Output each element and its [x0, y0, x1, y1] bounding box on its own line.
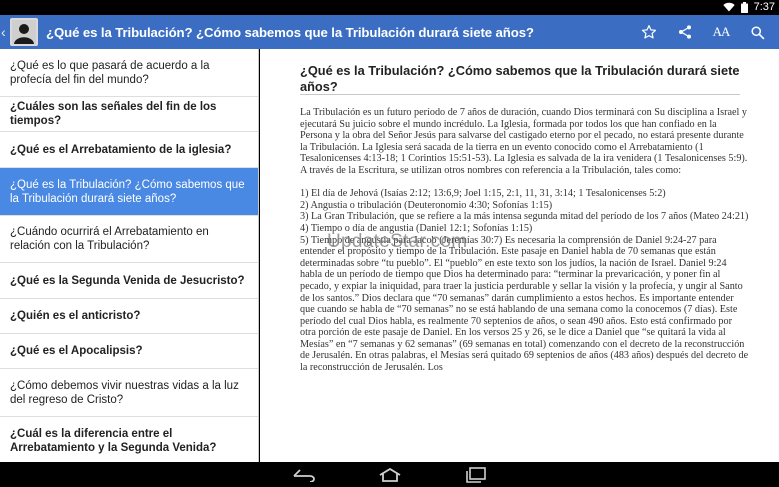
article-pane[interactable]: ¿Qué es la Tribulación? ¿Cómo sabemos qu… [260, 49, 779, 462]
wifi-icon [722, 2, 735, 12]
list-item-label: ¿Quién es el anticristo? [10, 310, 141, 322]
text-size-button[interactable]: AA [703, 15, 739, 49]
nav-back-button[interactable] [289, 465, 319, 485]
chevron-left-icon[interactable]: ‹ [1, 24, 9, 40]
article-list-item: 2) Angustia o tribulación (Deuteronomio … [300, 199, 553, 211]
article-paragraph: La Tribulación es un futuro período de 7… [300, 107, 748, 176]
list-item[interactable]: ¿Cuáles son las señales del fin de los t… [0, 97, 258, 132]
search-button[interactable] [739, 15, 775, 49]
share-button[interactable] [667, 15, 703, 49]
nav-home-button[interactable] [375, 465, 405, 485]
nav-recent-apps-button[interactable] [461, 465, 491, 485]
app-icon[interactable] [10, 18, 38, 46]
recent-apps-icon [465, 466, 486, 483]
heading-divider [300, 94, 740, 95]
list-item[interactable]: ¿Cómo debemos vivir nuestras vidas a la … [0, 369, 258, 417]
list-item-label: ¿Cuáles son las señales del fin de los t… [10, 101, 217, 127]
article-heading: ¿Qué es la Tribulación? ¿Cómo sabemos qu… [300, 63, 740, 94]
search-icon [750, 25, 764, 39]
navigation-bar [0, 462, 779, 487]
list-item[interactable]: ¿Quién es el anticristo? [0, 299, 258, 334]
home-icon [379, 467, 400, 482]
article-list-item: 1) El día de Jehová (Isaías 2:12; 13:6,9… [300, 188, 666, 200]
action-bar: ‹ ¿Qué es la Tribulación? ¿Cómo sabemos … [0, 15, 779, 49]
list-item-selected[interactable]: ¿Qué es la Tribulación? ¿Cómo sabemos qu… [0, 168, 258, 216]
article-list-item: 3) La Gran Tribulación, que se refiere a… [300, 211, 749, 223]
question-list: ¿Qué es lo que pasará de acuerdo a la pr… [0, 49, 259, 462]
list-item-label: ¿Cuándo ocurrirá el Arrebatamiento en re… [10, 226, 209, 252]
list-item-label: ¿Qué es la Tribulación? ¿Cómo sabemos qu… [10, 178, 245, 205]
back-arrow-icon [292, 468, 315, 482]
share-icon [679, 25, 691, 39]
list-item-label: ¿Cómo debemos vivir nuestras vidas a la … [10, 379, 239, 406]
list-item[interactable]: ¿Qué es lo que pasará de acuerdo a la pr… [0, 49, 258, 97]
list-item-label: ¿Cuál es la diferencia entre el Arrebata… [10, 427, 217, 454]
star-outline-icon [641, 25, 657, 39]
article-list-item: 5) Tiempo de angustia para Jacob (Jeremí… [300, 234, 749, 374]
list-item-label: ¿Qué es la Segunda Venida de Jesucristo? [10, 274, 245, 287]
list-item-label: ¿Qué es el Arrebatamiento de la iglesia? [10, 143, 232, 156]
battery-icon [740, 1, 748, 13]
status-bar: 7:37 [0, 0, 779, 15]
clock: 7:37 [753, 1, 775, 13]
watermark: UpdateStar.com [327, 231, 468, 252]
list-item-label: ¿Qué es lo que pasará de acuerdo a la pr… [10, 59, 210, 86]
text-size-icon: AA [712, 24, 731, 39]
list-item[interactable]: ¿Qué es el Apocalipsis? [0, 334, 258, 369]
favorite-button[interactable] [631, 15, 667, 49]
page-title: ¿Qué es la Tribulación? ¿Cómo sabemos qu… [46, 24, 534, 40]
list-item[interactable]: ¿Qué es la Segunda Venida de Jesucristo? [0, 263, 258, 299]
list-item[interactable]: ¿Cuándo ocurrirá el Arrebatamiento en re… [0, 216, 258, 263]
list-item[interactable]: ¿Qué es el Arrebatamiento de la iglesia? [0, 132, 258, 168]
list-item[interactable]: ¿Cuál es la diferencia entre el Arrebata… [0, 417, 258, 462]
list-item-label: ¿Qué es el Apocalipsis? [10, 345, 143, 357]
